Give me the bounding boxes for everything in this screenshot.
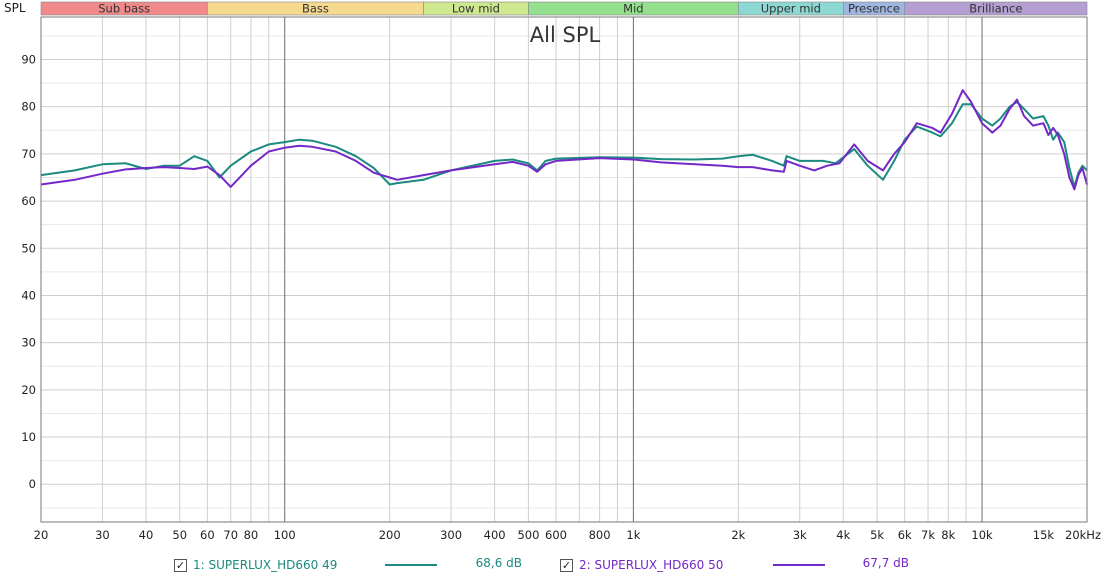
x-tick-label: 200 <box>379 528 401 542</box>
plot-area <box>41 17 1087 522</box>
x-tick-label: 100 <box>274 528 296 542</box>
y-tick-label: 50 <box>21 241 36 255</box>
series-1-value: 68,6 dB <box>475 556 522 570</box>
band-label-3: Mid <box>623 2 643 16</box>
series-2-value: 67,7 dB <box>862 556 909 570</box>
band-label-6: Brilliance <box>969 2 1022 16</box>
x-tick-label: 300 <box>440 528 462 542</box>
y-tick-label: 40 <box>21 288 36 302</box>
band-label-2: Low mid <box>452 2 500 16</box>
y-tick-label: 10 <box>21 430 36 444</box>
x-tick-label: 800 <box>589 528 611 542</box>
x-tick-labels: 20 30 40 50 60 70 80 100 200 300 400 500 600 800 1k 2k 3… <box>34 528 1101 542</box>
x-tick-label: 30 <box>95 528 110 542</box>
x-tick-label: 4k <box>836 528 850 542</box>
x-tick-label: 10k <box>971 528 993 542</box>
band-label-5: Presence <box>848 2 900 16</box>
y-axis-label: SPL <box>4 1 26 15</box>
x-tick-label: 3k <box>793 528 807 542</box>
x-tick-label: 80 <box>244 528 259 542</box>
y-tick-labels: 0 10 20 30 40 50 60 70 80 90 <box>21 52 36 491</box>
y-tick-label: 70 <box>21 147 36 161</box>
series-2-swatch <box>773 564 825 566</box>
x-tick-label: 70 <box>223 528 238 542</box>
band-label-0: Sub bass <box>98 2 150 16</box>
frequency-bands: Sub bass Bass Low mid Mid Upper mid Presence B… <box>40 2 1088 16</box>
x-tick-label: 1k <box>626 528 640 542</box>
series-1-checkbox[interactable]: ✓ <box>174 558 187 572</box>
series-2-name: 2: SUPERLUX_HD660 50 <box>579 558 724 572</box>
x-tick-label: 15k <box>1033 528 1055 542</box>
x-tick-label: 600 <box>545 528 567 542</box>
series-2-checkbox[interactable]: ✓ <box>560 558 573 572</box>
x-tick-label: 7k <box>921 528 935 542</box>
band-label-4: Upper mid <box>761 2 821 16</box>
x-tick-label: 40 <box>139 528 154 542</box>
y-tick-label: 30 <box>21 336 36 350</box>
x-tick-label: 6k <box>898 528 912 542</box>
band-label-1: Bass <box>302 2 329 16</box>
y-tick-label: 0 <box>29 477 36 491</box>
x-tick-label: 400 <box>484 528 506 542</box>
x-tick-label: 20kHz <box>1065 528 1101 542</box>
x-tick-label: 500 <box>517 528 539 542</box>
x-tick-label: 20 <box>34 528 49 542</box>
legend-item-1[interactable]: ✓ 1: SUPERLUX_HD660 49 <box>174 556 337 574</box>
y-tick-label: 20 <box>21 383 36 397</box>
y-tick-label: 60 <box>21 194 36 208</box>
spl-chart: Sub bass Bass Low mid Mid Upper mid Presence B… <box>4 1 1101 542</box>
y-tick-label: 90 <box>21 52 36 66</box>
legend-item-2[interactable]: ✓ 2: SUPERLUX_HD660 50 <box>560 556 723 574</box>
x-tick-label: 8k <box>941 528 955 542</box>
y-tick-label: 80 <box>21 100 36 114</box>
chart-title: All SPL <box>530 23 601 47</box>
x-tick-label: 60 <box>200 528 215 542</box>
series-1-name: 1: SUPERLUX_HD660 49 <box>193 558 338 572</box>
x-tick-label: 5k <box>870 528 884 542</box>
x-tick-label: 50 <box>172 528 187 542</box>
x-tick-label: 2k <box>731 528 745 542</box>
series-1-swatch <box>385 564 437 566</box>
